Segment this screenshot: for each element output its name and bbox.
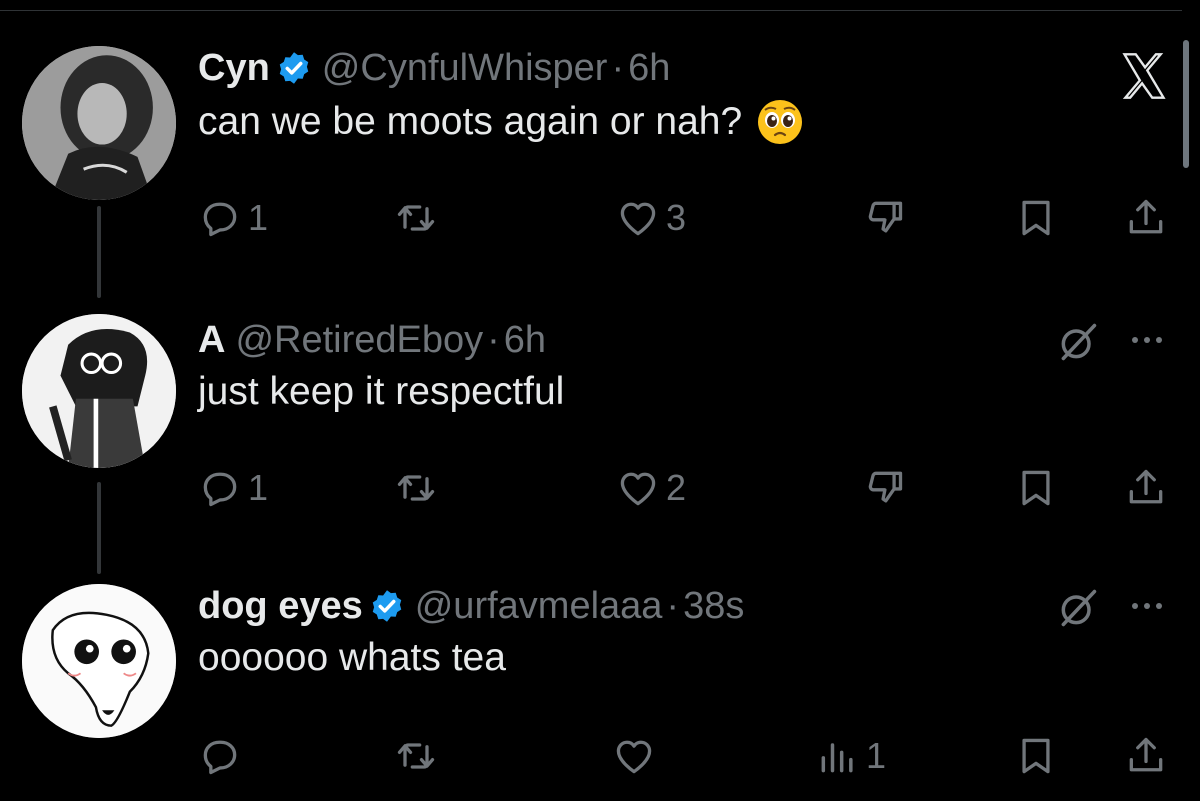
- repost-icon: [397, 475, 435, 501]
- reply-count: 1: [248, 467, 269, 508]
- share-button[interactable]: [1124, 188, 1168, 248]
- grok-icon[interactable]: [1056, 320, 1100, 364]
- tweet-text: just keep it respectful: [198, 370, 565, 413]
- scrollbar[interactable]: [1183, 40, 1189, 168]
- views-button[interactable]: 1: [816, 726, 886, 786]
- tweet-header: Cyn @CynfulWhisper · 6h: [198, 46, 670, 90]
- thread-view: Cyn @CynfulWhisper · 6h can we be moots …: [0, 0, 1200, 801]
- verified-badge-icon: [372, 590, 401, 622]
- tweet-actions: 1 3: [0, 188, 1182, 248]
- display-name[interactable]: Cyn: [198, 47, 270, 90]
- reply-button[interactable]: [198, 726, 242, 786]
- tweet-header: A @RetiredEboy · 6h: [198, 318, 546, 362]
- repost-button[interactable]: [394, 458, 438, 518]
- user-handle[interactable]: @CynfulWhisper: [322, 47, 608, 90]
- more-icon[interactable]: [1132, 337, 1162, 343]
- x-logo-icon[interactable]: [1118, 50, 1170, 102]
- like-icon: [620, 202, 656, 236]
- tweet-text-row: oooooo whats tea: [198, 636, 506, 680]
- tweet-text-row: can we be moots again or nah?: [198, 98, 804, 146]
- like-button[interactable]: [612, 726, 656, 786]
- bookmark-icon: [1022, 738, 1050, 774]
- separator-dot: ·: [487, 318, 500, 361]
- bookmark-button[interactable]: [1014, 458, 1058, 518]
- like-count: 3: [666, 197, 687, 238]
- bookmark-icon: [1022, 200, 1050, 236]
- avatar-image: [22, 46, 176, 200]
- avatar[interactable]: [22, 46, 176, 200]
- views-count: 1: [866, 735, 887, 776]
- user-handle[interactable]: @RetiredEboy: [235, 319, 483, 362]
- share-button[interactable]: [1124, 726, 1168, 786]
- separator-dot: ·: [611, 46, 625, 89]
- like-button[interactable]: 3: [616, 188, 686, 248]
- repost-icon: [397, 743, 435, 769]
- share-button[interactable]: [1124, 458, 1168, 518]
- user-handle[interactable]: @urfavmelaaa: [415, 585, 663, 628]
- bookmark-button[interactable]: [1014, 188, 1058, 248]
- dislike-button[interactable]: [862, 188, 906, 248]
- views-icon: [821, 743, 853, 773]
- dislike-icon: [868, 471, 903, 503]
- top-divider: [0, 10, 1182, 11]
- reply-icon: [203, 472, 237, 507]
- bookmark-button[interactable]: [1014, 726, 1058, 786]
- tweet-header: dog eyes @urfavmelaaa · 38s: [198, 584, 744, 628]
- repost-button[interactable]: [394, 726, 438, 786]
- reply-button[interactable]: 1: [198, 188, 268, 248]
- more-icon[interactable]: [1132, 603, 1162, 609]
- timestamp[interactable]: 6h: [504, 319, 546, 362]
- tweet-actions: 1 2: [0, 458, 1182, 518]
- share-icon: [1129, 469, 1163, 504]
- tweet-text: oooooo whats tea: [198, 636, 506, 679]
- reply-count: 1: [248, 197, 269, 238]
- dislike-button[interactable]: [862, 458, 906, 518]
- verified-badge-icon: [279, 52, 309, 84]
- avatar-image: [22, 584, 176, 738]
- tweet-text: can we be moots again or nah?: [198, 100, 743, 143]
- like-button[interactable]: 2: [616, 458, 686, 518]
- reply-icon: [203, 202, 237, 237]
- pleading-face-emoji: [758, 100, 803, 144]
- repost-button[interactable]: [394, 188, 438, 248]
- like-icon: [620, 472, 656, 506]
- display-name[interactable]: dog eyes: [198, 585, 363, 628]
- avatar[interactable]: [22, 314, 176, 468]
- tweet-text-row: just keep it respectful: [198, 370, 564, 414]
- reply-icon: [203, 740, 237, 775]
- dislike-icon: [868, 201, 903, 233]
- avatar[interactable]: [22, 584, 176, 738]
- separator-dot: ·: [666, 584, 680, 627]
- grok-icon[interactable]: [1056, 586, 1100, 630]
- timestamp[interactable]: 38s: [683, 585, 744, 628]
- repost-icon: [397, 205, 435, 231]
- avatar-image: [22, 314, 176, 468]
- display-name[interactable]: A: [198, 319, 225, 362]
- reply-button[interactable]: 1: [198, 458, 268, 518]
- like-count: 2: [666, 467, 687, 508]
- tweet-actions: 1: [0, 726, 1182, 786]
- share-icon: [1129, 199, 1163, 234]
- bookmark-icon: [1022, 470, 1050, 506]
- timestamp[interactable]: 6h: [628, 47, 670, 90]
- share-icon: [1129, 737, 1163, 772]
- like-icon: [616, 740, 652, 774]
